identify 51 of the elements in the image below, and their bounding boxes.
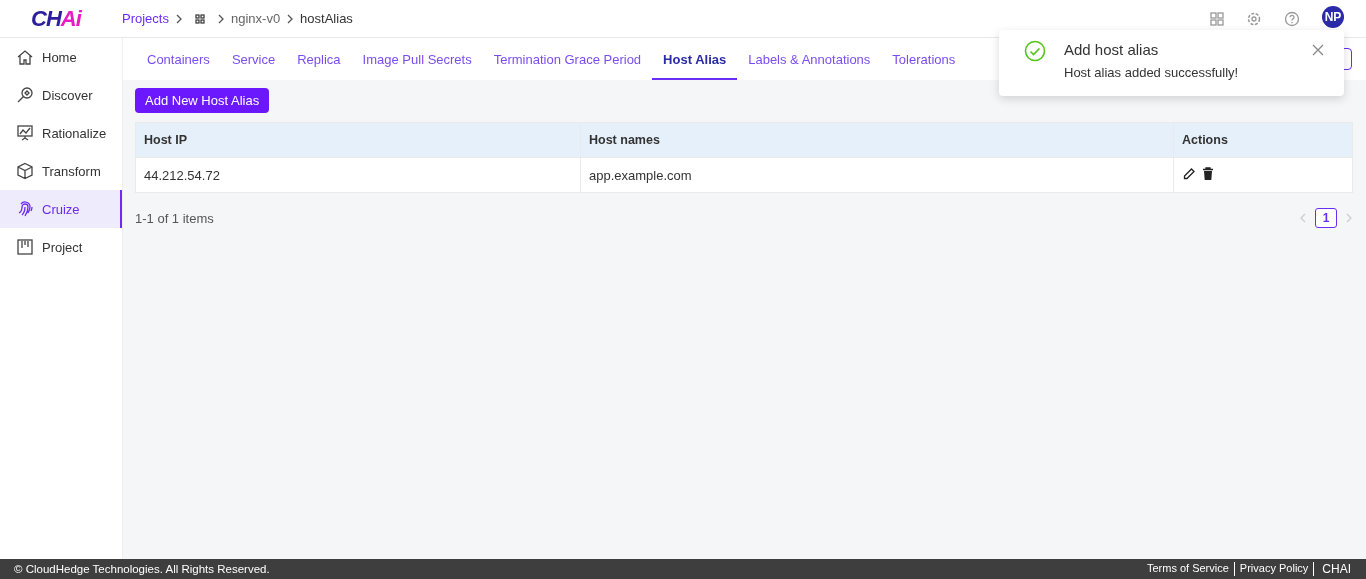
sidebar-item[interactable]: Transform: [0, 152, 122, 190]
page-button[interactable]: 1: [1315, 208, 1337, 228]
tab[interactable]: Labels & Annotations: [737, 40, 882, 80]
next-page-icon[interactable]: [1345, 213, 1353, 223]
table-cell: app.example.com: [580, 157, 1174, 193]
chevron-icon: [174, 13, 183, 24]
previous-page-icon[interactable]: [1299, 213, 1307, 223]
tab[interactable]: Tolerations: [881, 40, 967, 80]
copyright-text: © CloudHedge Technologies. All Rights Reserved.: [14, 563, 270, 575]
column-header: Actions: [1173, 122, 1353, 158]
board-icon: [16, 238, 34, 256]
column-header: Host names: [580, 122, 1174, 158]
sidebar-item[interactable]: Rationalize: [0, 114, 122, 152]
column-header: Host IP: [135, 122, 581, 158]
table-cell: 44.212.54.72: [135, 157, 581, 193]
footer-link[interactable]: CHAI: [1314, 562, 1356, 576]
tab[interactable]: Replica: [286, 40, 352, 80]
close-icon[interactable]: [1312, 44, 1324, 56]
home-icon: [16, 48, 34, 66]
item-count: 1-1 of 1 items: [135, 210, 214, 226]
footer-link[interactable]: Terms of Service: [1141, 562, 1235, 576]
tab[interactable]: Image Pull Secrets: [351, 40, 483, 80]
sidebar-item[interactable]: Cruize: [0, 190, 122, 228]
tab[interactable]: Service: [220, 40, 287, 80]
help-icon[interactable]: [1284, 10, 1300, 27]
sidebar-item[interactable]: Discover: [0, 76, 122, 114]
settings-icon[interactable]: [1246, 10, 1262, 27]
add-host-alias-button[interactable]: Add New Host Alias: [135, 88, 270, 113]
chevron-icon: [216, 13, 225, 24]
grid-icon[interactable]: [194, 13, 205, 24]
sidebar-item[interactable]: Home: [0, 38, 122, 76]
logo: CHAi: [31, 5, 83, 32]
breadcrumb-link[interactable]: Projects: [122, 11, 169, 26]
tab[interactable]: Host Alias: [652, 40, 738, 80]
fingerprint-icon: [16, 200, 34, 218]
chart-icon: [16, 124, 34, 142]
toast-message: Host alias added successfully!: [1064, 65, 1240, 80]
success-check-icon: [1024, 40, 1046, 62]
cube-icon: [16, 162, 34, 180]
chevron-icon: [286, 13, 295, 24]
delete-icon[interactable]: [1202, 166, 1214, 181]
tab[interactable]: Containers: [136, 40, 221, 80]
footer-link[interactable]: Privacy Policy: [1234, 562, 1315, 576]
toast-title: Add host alias: [1064, 41, 1160, 58]
breadcrumb-item[interactable]: nginx-v0: [230, 11, 281, 26]
breadcrumb-current: hostAlias: [300, 11, 353, 26]
discover-icon: [16, 86, 34, 104]
tab[interactable]: Termination Grace Period: [482, 40, 653, 80]
user-avatar[interactable]: NP: [1322, 5, 1344, 28]
edit-icon[interactable]: [1182, 166, 1196, 181]
sidebar-item[interactable]: Project: [0, 228, 122, 266]
